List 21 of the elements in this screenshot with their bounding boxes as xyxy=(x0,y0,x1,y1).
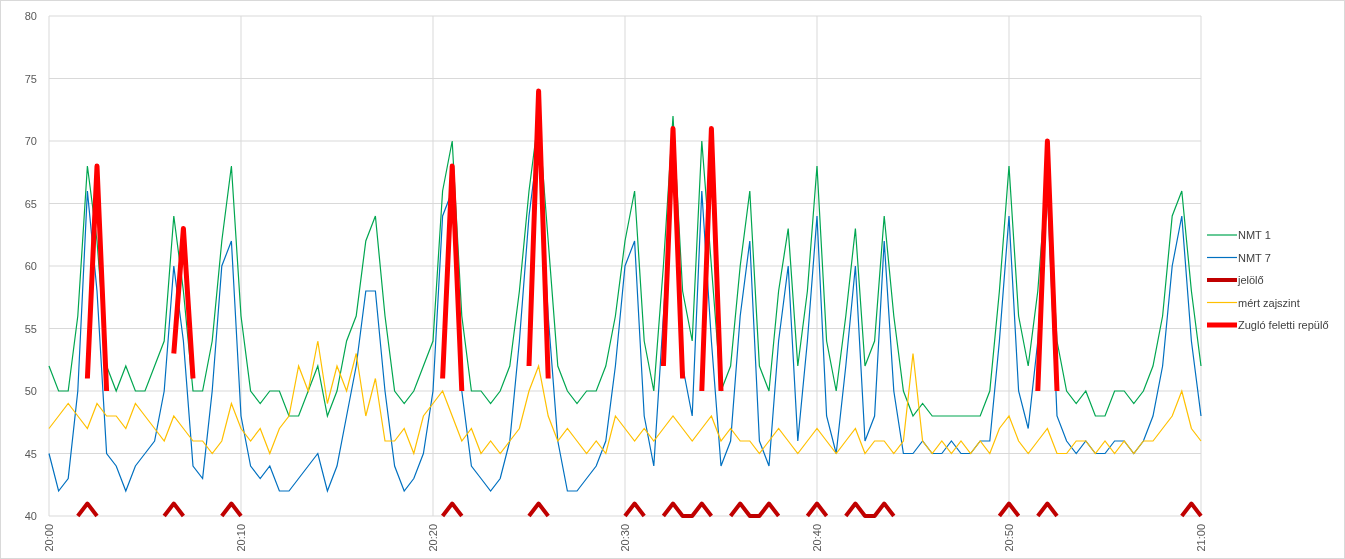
x-tick-label: 20:20 xyxy=(427,524,439,552)
legend-label: NMT 7 xyxy=(1238,251,1271,264)
legend-label: Zugló feletti repülő xyxy=(1238,319,1329,331)
y-tick-label: 80 xyxy=(24,10,37,22)
y-tick-label: 50 xyxy=(24,385,37,397)
legend-label: jelölő xyxy=(1238,274,1264,286)
x-tick-label: 20:40 xyxy=(811,524,823,552)
y-tick-label: 75 xyxy=(24,72,37,85)
y-tick-label: 60 xyxy=(24,260,37,272)
x-tick-label: 20:30 xyxy=(619,524,631,552)
y-tick-label: 65 xyxy=(24,197,37,210)
legend-label: NMT 1 xyxy=(1238,229,1271,241)
x-tick-label: 20:00 xyxy=(43,524,55,552)
x-tick-label: 21:00 xyxy=(1195,524,1207,552)
y-tick-label: 70 xyxy=(24,135,37,147)
x-tick-label: 20:10 xyxy=(235,524,247,552)
y-tick-label: 40 xyxy=(24,510,37,522)
x-tick-label: 20:50 xyxy=(1003,524,1015,552)
y-tick-label: 45 xyxy=(24,447,37,460)
y-tick-label: 55 xyxy=(24,322,37,335)
legend-label: mért zajszint xyxy=(1238,296,1300,309)
